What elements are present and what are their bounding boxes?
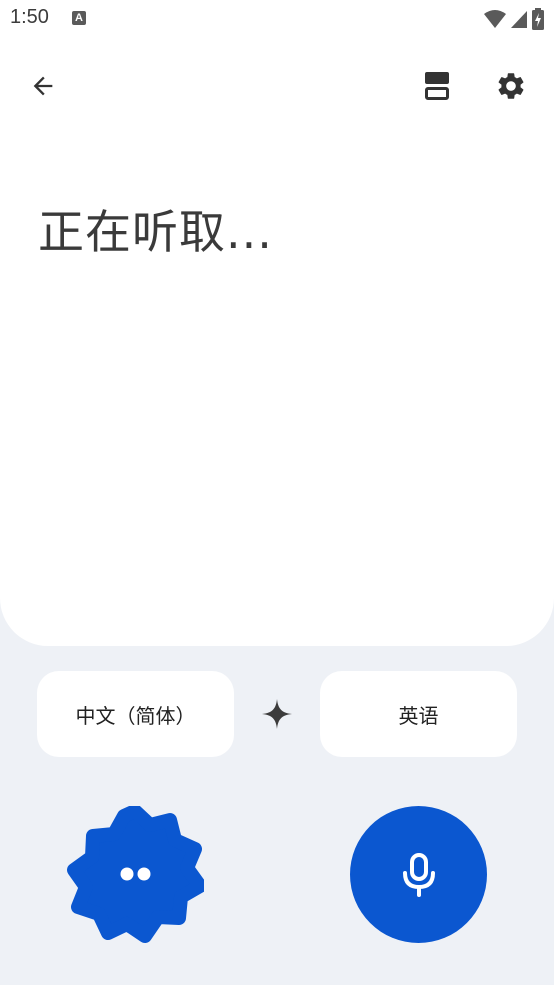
battery-icon [532,8,544,30]
target-language-label: 英语 [398,703,439,728]
target-language-button[interactable]: 英语 [320,671,517,757]
layout-toggle-button[interactable] [413,62,461,110]
settings-button[interactable] [487,62,535,110]
source-language-button[interactable]: 中文（简体） [37,671,234,757]
wifi-icon [484,10,506,28]
gear-icon [498,73,524,99]
status-icons [484,6,544,32]
transcript-panel [0,0,554,646]
swap-languages-button[interactable] [257,692,297,736]
split-layout-icon [425,72,449,100]
listening-status-text: 正在听取... [38,205,273,259]
source-language-label: 中文（简体） [75,703,196,728]
microphone-button[interactable] [350,806,487,943]
sparkle-icon [262,699,292,729]
conversation-mode-button[interactable] [66,804,207,944]
status-bar: 1:50 A [0,0,554,40]
back-button[interactable] [19,62,67,110]
conversation-shape [67,804,207,943]
status-time: 1:50 [10,6,49,28]
arrow-left-icon [33,76,53,96]
signal-icon [511,11,527,28]
microphone-icon [402,852,435,897]
notification-a-icon: A [72,11,86,25]
